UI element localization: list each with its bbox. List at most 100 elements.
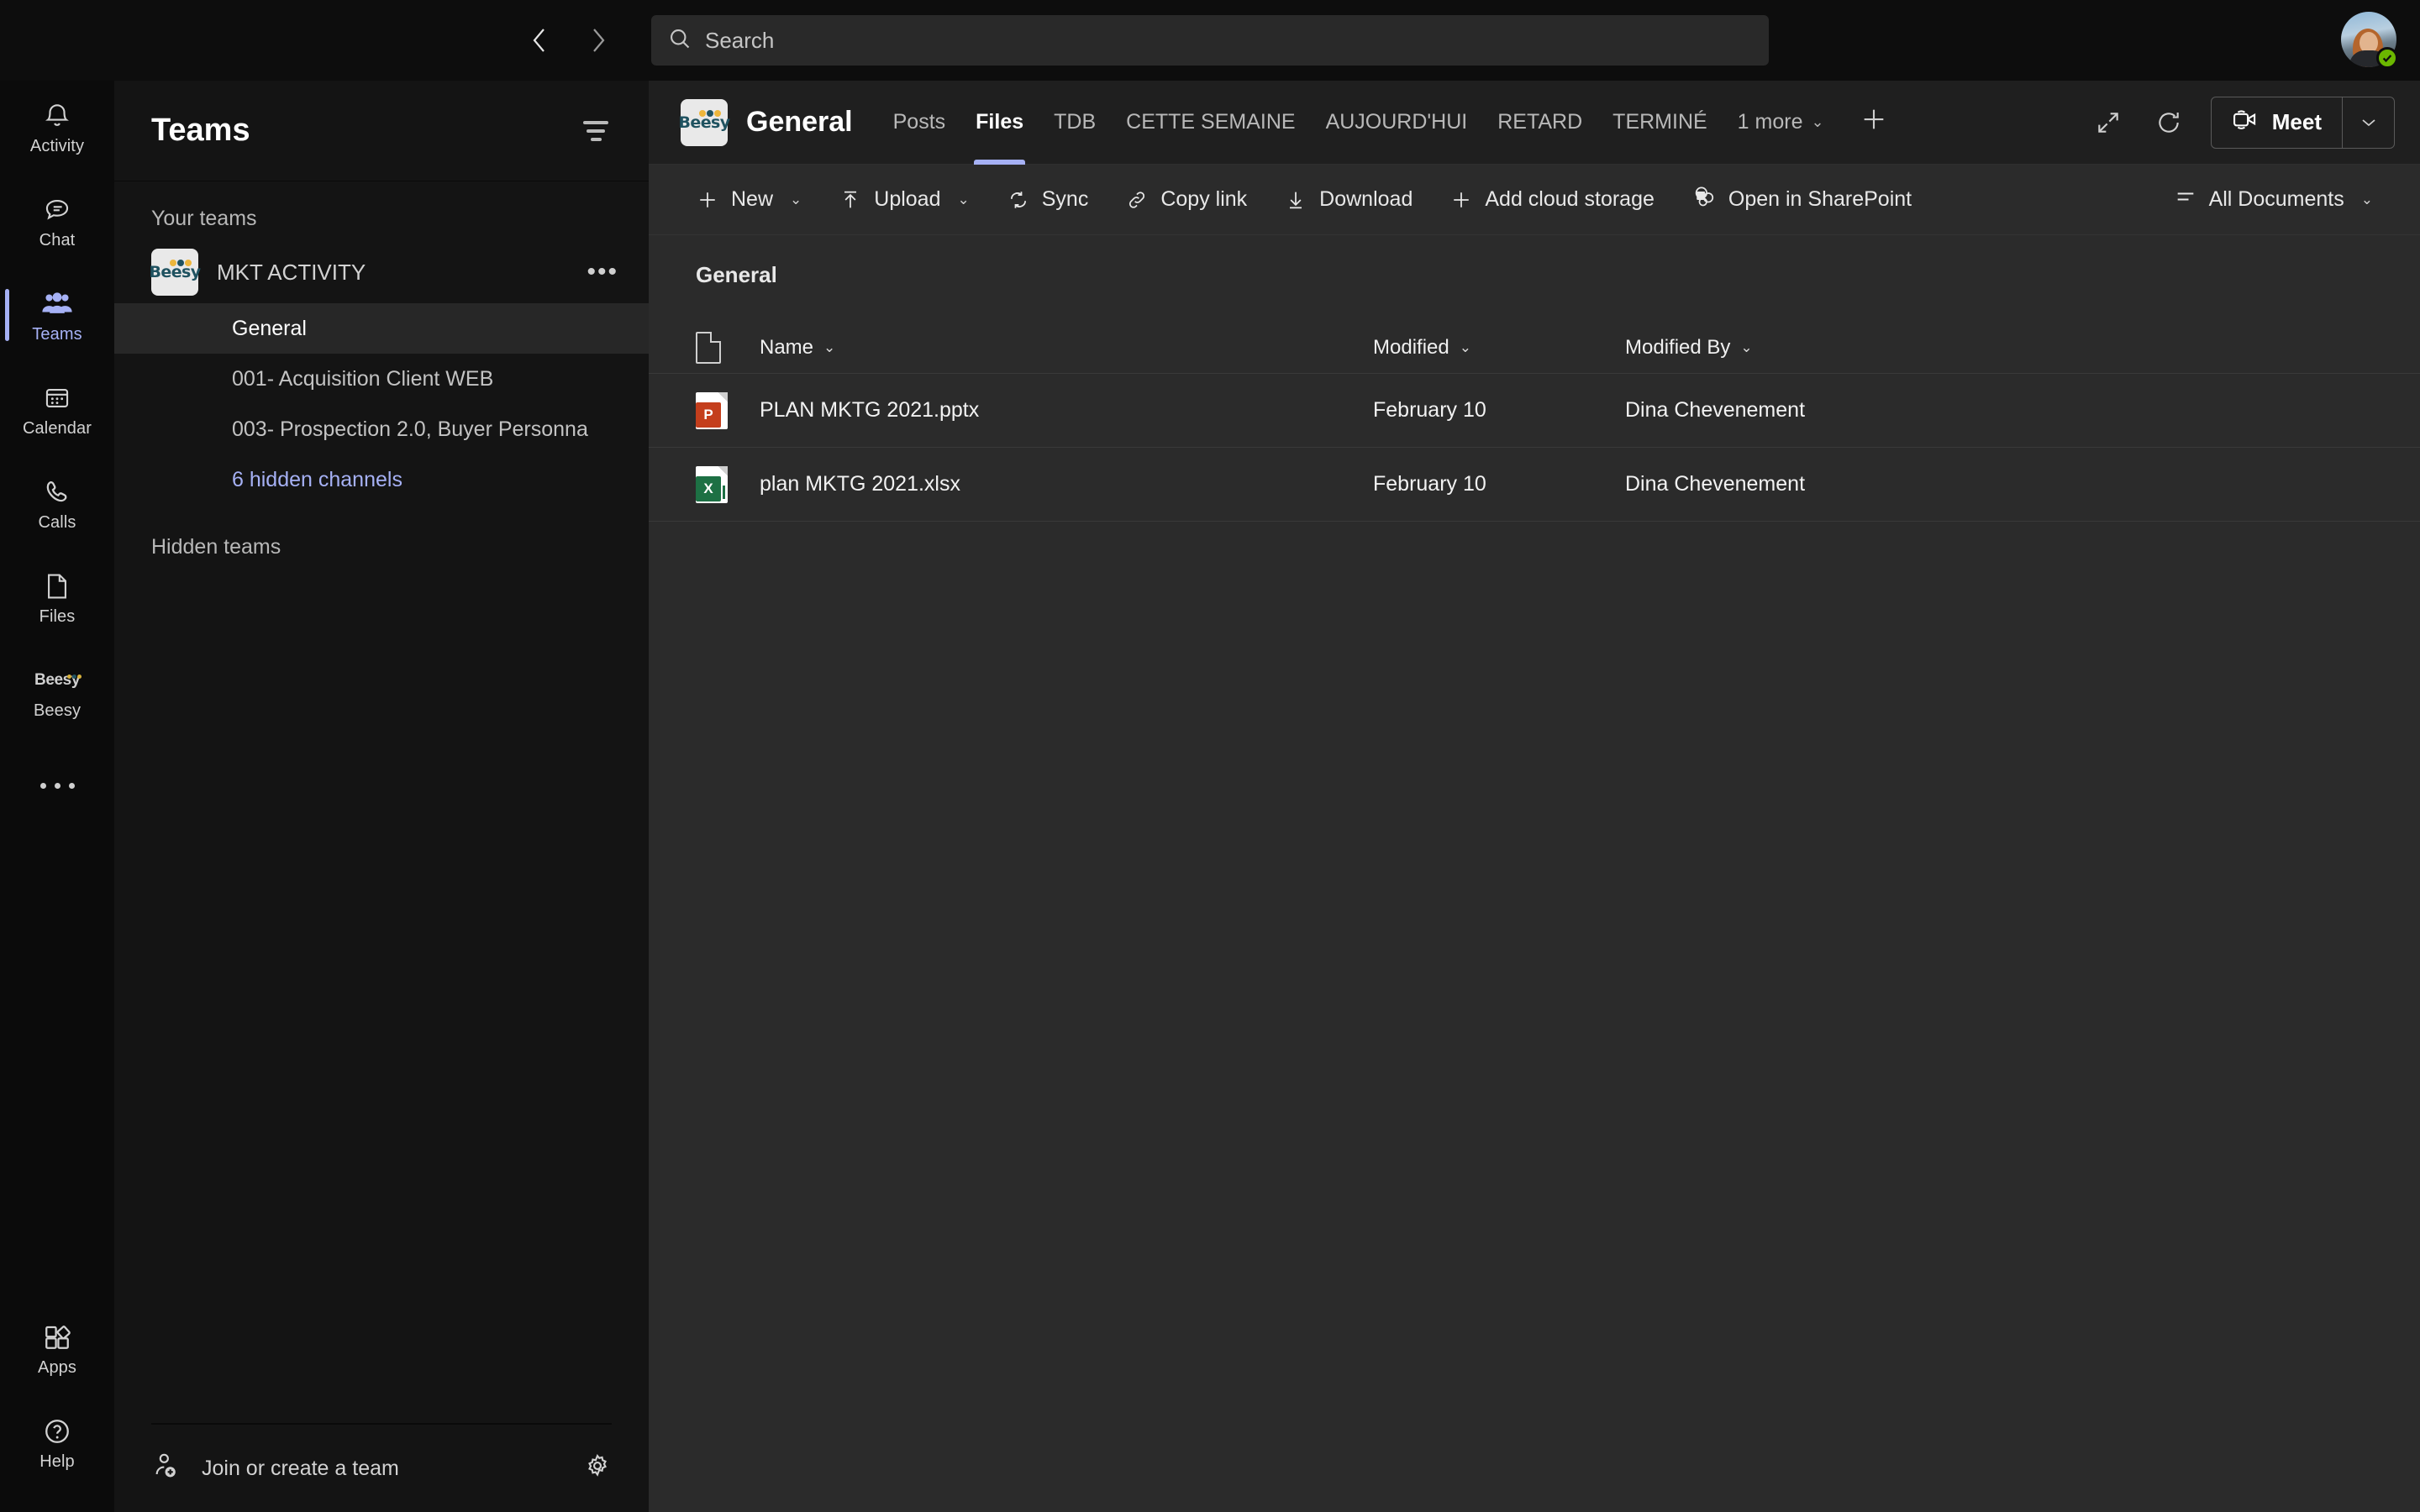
tab-posts[interactable]: Posts — [878, 81, 961, 165]
teams-sidebar-header: Teams — [114, 81, 649, 181]
rail-item-beesy[interactable]: Beesy Beesy — [0, 645, 114, 739]
hidden-teams-label[interactable]: Hidden teams — [114, 505, 649, 559]
upload-button[interactable]: Upload ⌄ — [820, 175, 987, 225]
channel-item-general[interactable]: General — [114, 303, 649, 354]
your-teams-label: Your teams — [151, 207, 257, 230]
channel-item-003[interactable]: 003- Prospection 2.0, Buyer Personna — [114, 404, 649, 454]
tab-tdb[interactable]: TDB — [1039, 81, 1111, 165]
sync-button[interactable]: Sync — [988, 175, 1107, 225]
team-more-icon[interactable]: ••• — [587, 260, 618, 285]
file-modified-by-cell: Dina Chevenement — [1625, 398, 1806, 422]
chevron-down-icon: ⌄ — [790, 191, 802, 207]
tab-termine[interactable]: TERMINÉ — [1597, 81, 1723, 165]
file-modified-cell: February 10 — [1373, 398, 1486, 422]
rail-item-calendar[interactable]: Calendar — [0, 363, 114, 457]
gear-icon[interactable] — [583, 1452, 612, 1486]
rail-item-teams[interactable]: Teams — [0, 269, 114, 363]
tab-label: Files — [976, 110, 1024, 134]
list-view-icon — [2174, 185, 2197, 214]
rail-item-chat[interactable]: Chat — [0, 175, 114, 269]
table-row[interactable]: P PLAN MKTG 2021.pptx February 10 Dina C… — [649, 374, 2420, 448]
file-name-cell[interactable]: plan MKTG 2021.xlsx — [760, 472, 1373, 496]
file-type-cell: X — [696, 465, 760, 503]
rail-item-calls[interactable]: Calls — [0, 457, 114, 551]
add-cloud-storage-button[interactable]: Add cloud storage — [1431, 175, 1673, 225]
column-label: Modified — [1373, 335, 1449, 359]
rail-label: Calendar — [23, 419, 92, 438]
forward-button[interactable] — [580, 22, 617, 59]
files-command-bar: New ⌄ Upload ⌄ Sync Copy link Download A… — [649, 165, 2420, 235]
help-icon — [38, 1415, 76, 1448]
channel-header: Beesy General Posts Files TDB CETTE SEMA… — [649, 81, 2420, 165]
new-button[interactable]: New ⌄ — [677, 175, 820, 225]
tab-label: CETTE SEMAINE — [1126, 110, 1296, 134]
join-team-label: Join or create a team — [202, 1456, 399, 1480]
file-icon — [38, 570, 76, 603]
meet-button[interactable]: Meet — [2212, 97, 2342, 148]
rail-item-activity[interactable]: Activity — [0, 81, 114, 175]
channel-tabs: Posts Files TDB CETTE SEMAINE AUJOURD'HU… — [878, 81, 1908, 165]
rail-label: Chat — [39, 231, 76, 249]
table-row[interactable]: X plan MKTG 2021.xlsx February 10 Dina C… — [649, 448, 2420, 522]
expand-diagonal-icon[interactable] — [2090, 104, 2127, 141]
document-icon — [696, 331, 721, 364]
tab-retard[interactable]: RETARD — [1482, 81, 1597, 165]
chevron-down-icon: ⌄ — [1740, 339, 1753, 355]
join-or-create-team-button[interactable]: Join or create a team — [151, 1425, 612, 1512]
meet-button-group: Meet — [2210, 96, 2395, 149]
search-bar[interactable]: Search — [651, 15, 1769, 66]
search-icon — [668, 27, 692, 55]
view-selector-button[interactable]: All Documents ⌄ — [2155, 175, 2391, 225]
team-item-mkt-activity[interactable]: Beesy MKT ACTIVITY ••• — [114, 241, 649, 303]
rail-item-files[interactable]: Files — [0, 551, 114, 645]
excel-file-icon: X — [696, 465, 728, 503]
chevron-down-icon: ⌄ — [2360, 191, 2373, 207]
chat-bubble-icon — [38, 193, 76, 227]
file-badge-letter: P — [696, 402, 721, 428]
command-label: Open in SharePoint — [1728, 187, 1912, 211]
apps-icon — [38, 1320, 76, 1354]
teams-app-window: Search Activity Chat Teams Calendar Call… — [0, 0, 2420, 1512]
bee-dots-icon — [698, 106, 721, 121]
chevron-down-icon: ⌄ — [1459, 339, 1471, 355]
rail-item-help[interactable]: Help — [0, 1396, 114, 1490]
bell-icon — [38, 99, 76, 133]
tab-files[interactable]: Files — [960, 81, 1039, 165]
column-header-modified-by[interactable]: Modified By ⌄ — [1625, 336, 1902, 360]
tab-aujourdhui[interactable]: AUJOURD'HUI — [1311, 81, 1483, 165]
tab-cette-semaine[interactable]: CETTE SEMAINE — [1111, 81, 1310, 165]
files-table-header: Name ⌄ Modified ⌄ Modified By ⌄ — [649, 322, 2420, 374]
open-in-sharepoint-button[interactable]: S Open in SharePoint — [1673, 175, 1930, 225]
command-label: Download — [1319, 187, 1413, 211]
copy-link-button[interactable]: Copy link — [1107, 175, 1265, 225]
meet-dropdown-button[interactable] — [2342, 97, 2394, 148]
user-avatar[interactable] — [2341, 12, 2398, 69]
view-label: All Documents — [2208, 187, 2344, 211]
people-icon — [38, 287, 76, 321]
file-modified-cell: February 10 — [1373, 472, 1486, 496]
search-input[interactable]: Search — [705, 28, 774, 54]
back-button[interactable] — [521, 22, 558, 59]
download-button[interactable]: Download — [1265, 175, 1431, 225]
refresh-icon[interactable] — [2150, 104, 2187, 141]
filter-icon[interactable] — [580, 117, 612, 145]
rail-item-apps[interactable]: Apps — [0, 1302, 114, 1396]
column-header-name[interactable]: Name ⌄ — [760, 336, 1373, 360]
hidden-channels-link[interactable]: 6 hidden channels — [114, 454, 649, 505]
teams-sidebar: Teams Your teams Beesy MKT ACTIVITY ••• … — [114, 0, 649, 1512]
add-tab-button[interactable] — [1839, 105, 1908, 139]
phone-icon — [38, 475, 76, 509]
ellipsis-icon[interactable] — [0, 739, 114, 832]
rail-label: Teams — [32, 325, 82, 344]
column-header-modified[interactable]: Modified ⌄ — [1373, 336, 1625, 360]
file-name-cell[interactable]: PLAN MKTG 2021.pptx — [760, 398, 1373, 423]
page-title: Teams — [151, 113, 250, 148]
rail-label: Calls — [38, 513, 76, 532]
channel-item-001[interactable]: 001- Acquisition Client WEB — [114, 354, 649, 404]
teams-sidebar-footer: Join or create a team — [151, 1423, 612, 1512]
tab-more-menu[interactable]: 1 more ⌄ — [1723, 81, 1839, 165]
command-label: Upload — [874, 187, 941, 211]
rail-bottom-group: Apps Help — [0, 1302, 114, 1512]
rail-label: Apps — [38, 1358, 76, 1377]
files-table: Name ⌄ Modified ⌄ Modified By ⌄ P PLAN M… — [649, 322, 2420, 522]
